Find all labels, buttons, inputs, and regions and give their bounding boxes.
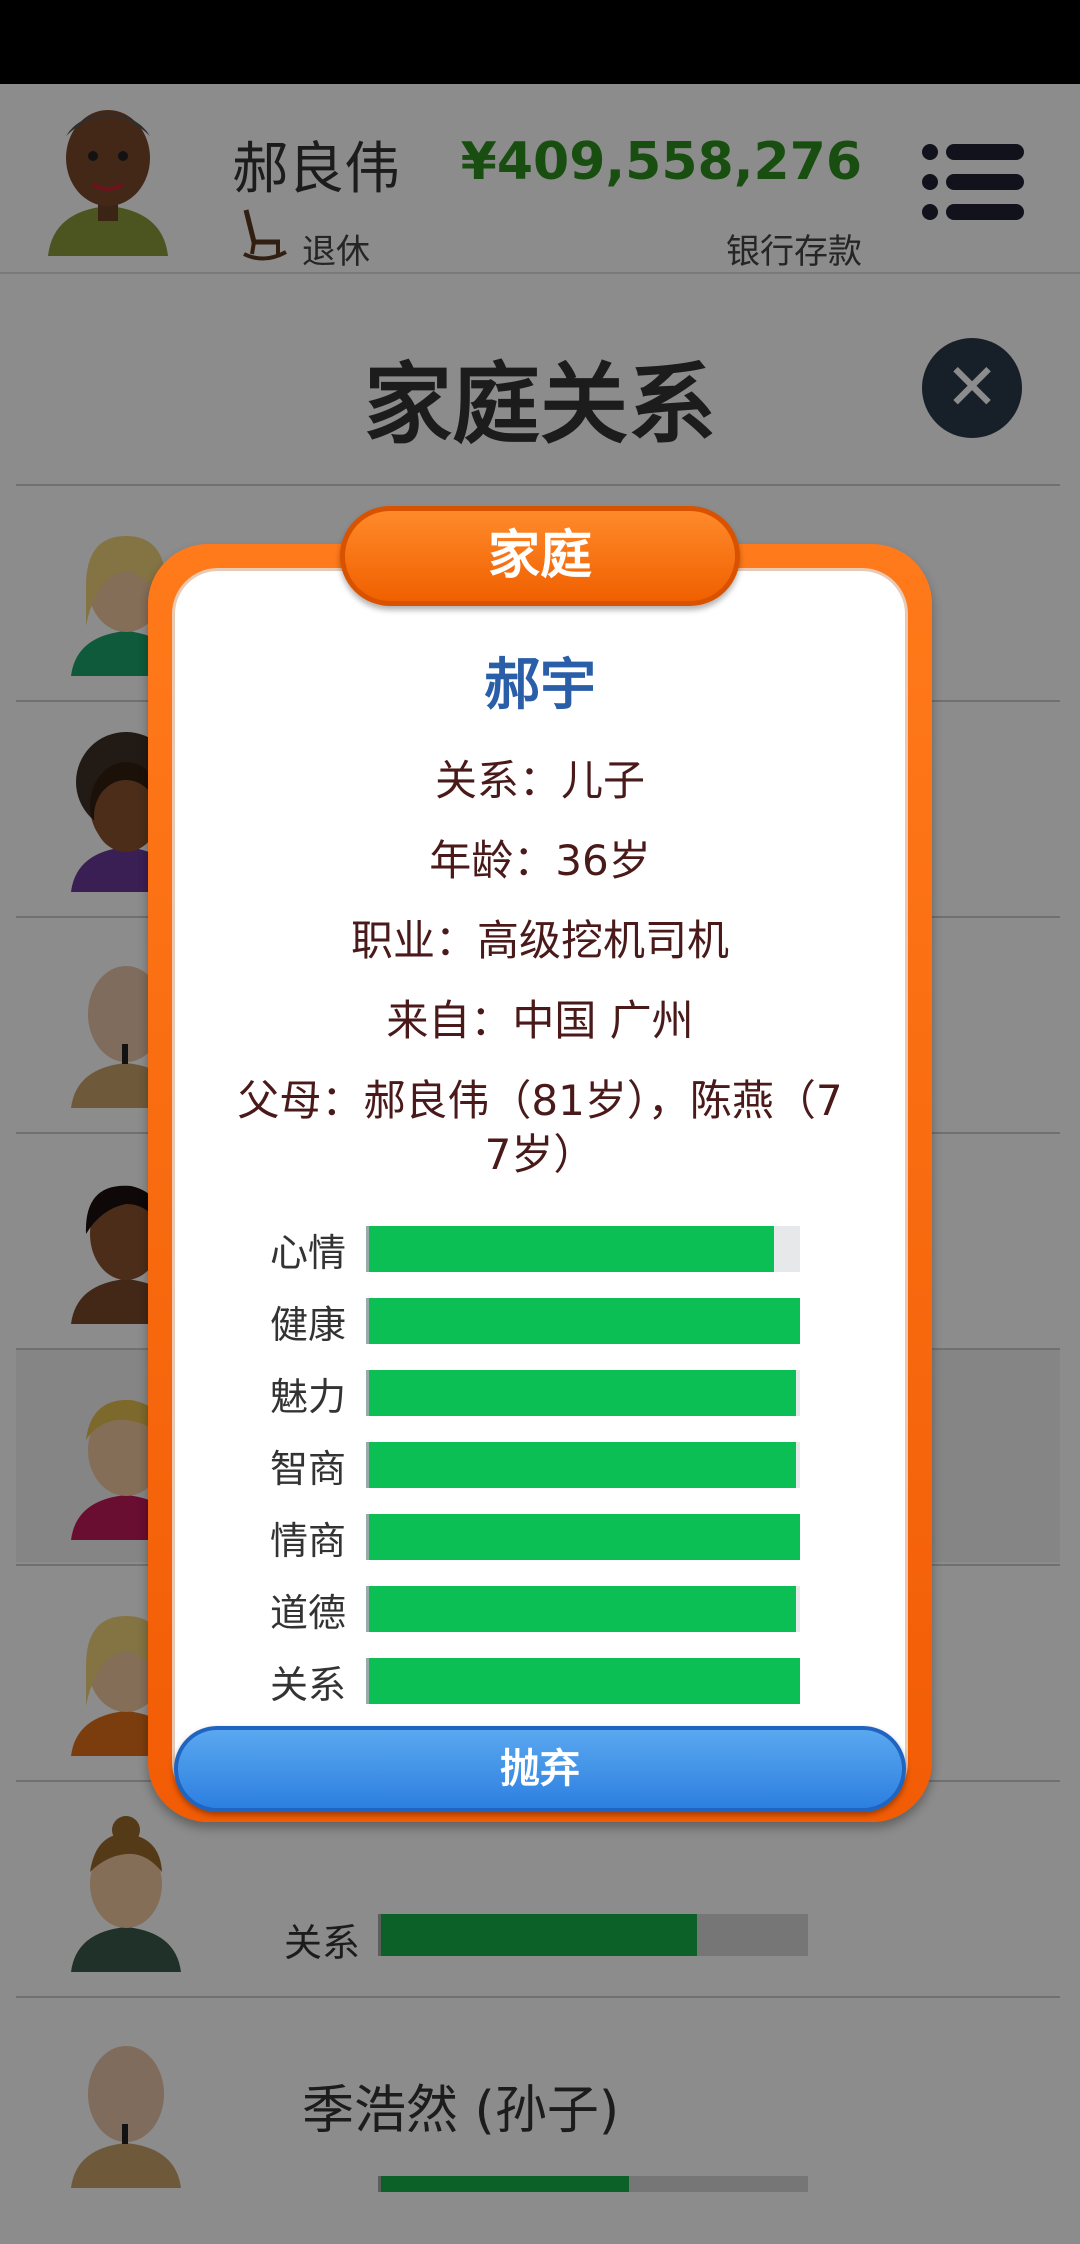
stat-bar-fill (369, 1586, 796, 1632)
stat-label-eq: 情商 (270, 1519, 347, 1563)
stat-bar-fill (369, 1442, 796, 1488)
member-name: 郝宇 (484, 653, 596, 718)
stat-bar-mood (366, 1226, 800, 1272)
stat-bar-fill (369, 1298, 800, 1344)
stat-label-relationship: 关系 (270, 1663, 347, 1707)
stat-bar-fill (369, 1370, 796, 1416)
member-parents: 父母：郝良伟（81岁），陈燕（7 (237, 1076, 843, 1125)
stat-bar-charm (366, 1370, 800, 1416)
stat-label-health: 健康 (270, 1303, 347, 1347)
stat-bar-fill (369, 1514, 800, 1560)
member-relation: 关系：儿子 (434, 756, 645, 805)
stat-bar-morality (366, 1586, 800, 1632)
status-bar (0, 0, 1080, 84)
stat-label-iq: 智商 (270, 1447, 347, 1491)
stat-label-morality: 道德 (270, 1591, 347, 1635)
stat-bar-relationship (366, 1658, 800, 1704)
stat-label-mood: 心情 (270, 1231, 347, 1275)
stat-bar-eq (366, 1514, 800, 1560)
member-parents-cont: 7岁） (484, 1130, 596, 1179)
member-origin: 来自：中国 广州 (386, 996, 694, 1045)
stat-label-charm: 魅力 (270, 1375, 347, 1419)
member-job: 职业：高级挖机司机 (350, 916, 729, 965)
stat-bar-fill (369, 1658, 800, 1704)
member-age: 年龄：36岁 (429, 836, 651, 885)
stat-bar-fill (369, 1226, 775, 1272)
abandon-button[interactable]: 抛弃 (174, 1726, 906, 1812)
stat-bar-health (366, 1298, 800, 1344)
dialog-category-tag: 家庭 (340, 506, 740, 606)
stat-bar-iq (366, 1442, 800, 1488)
